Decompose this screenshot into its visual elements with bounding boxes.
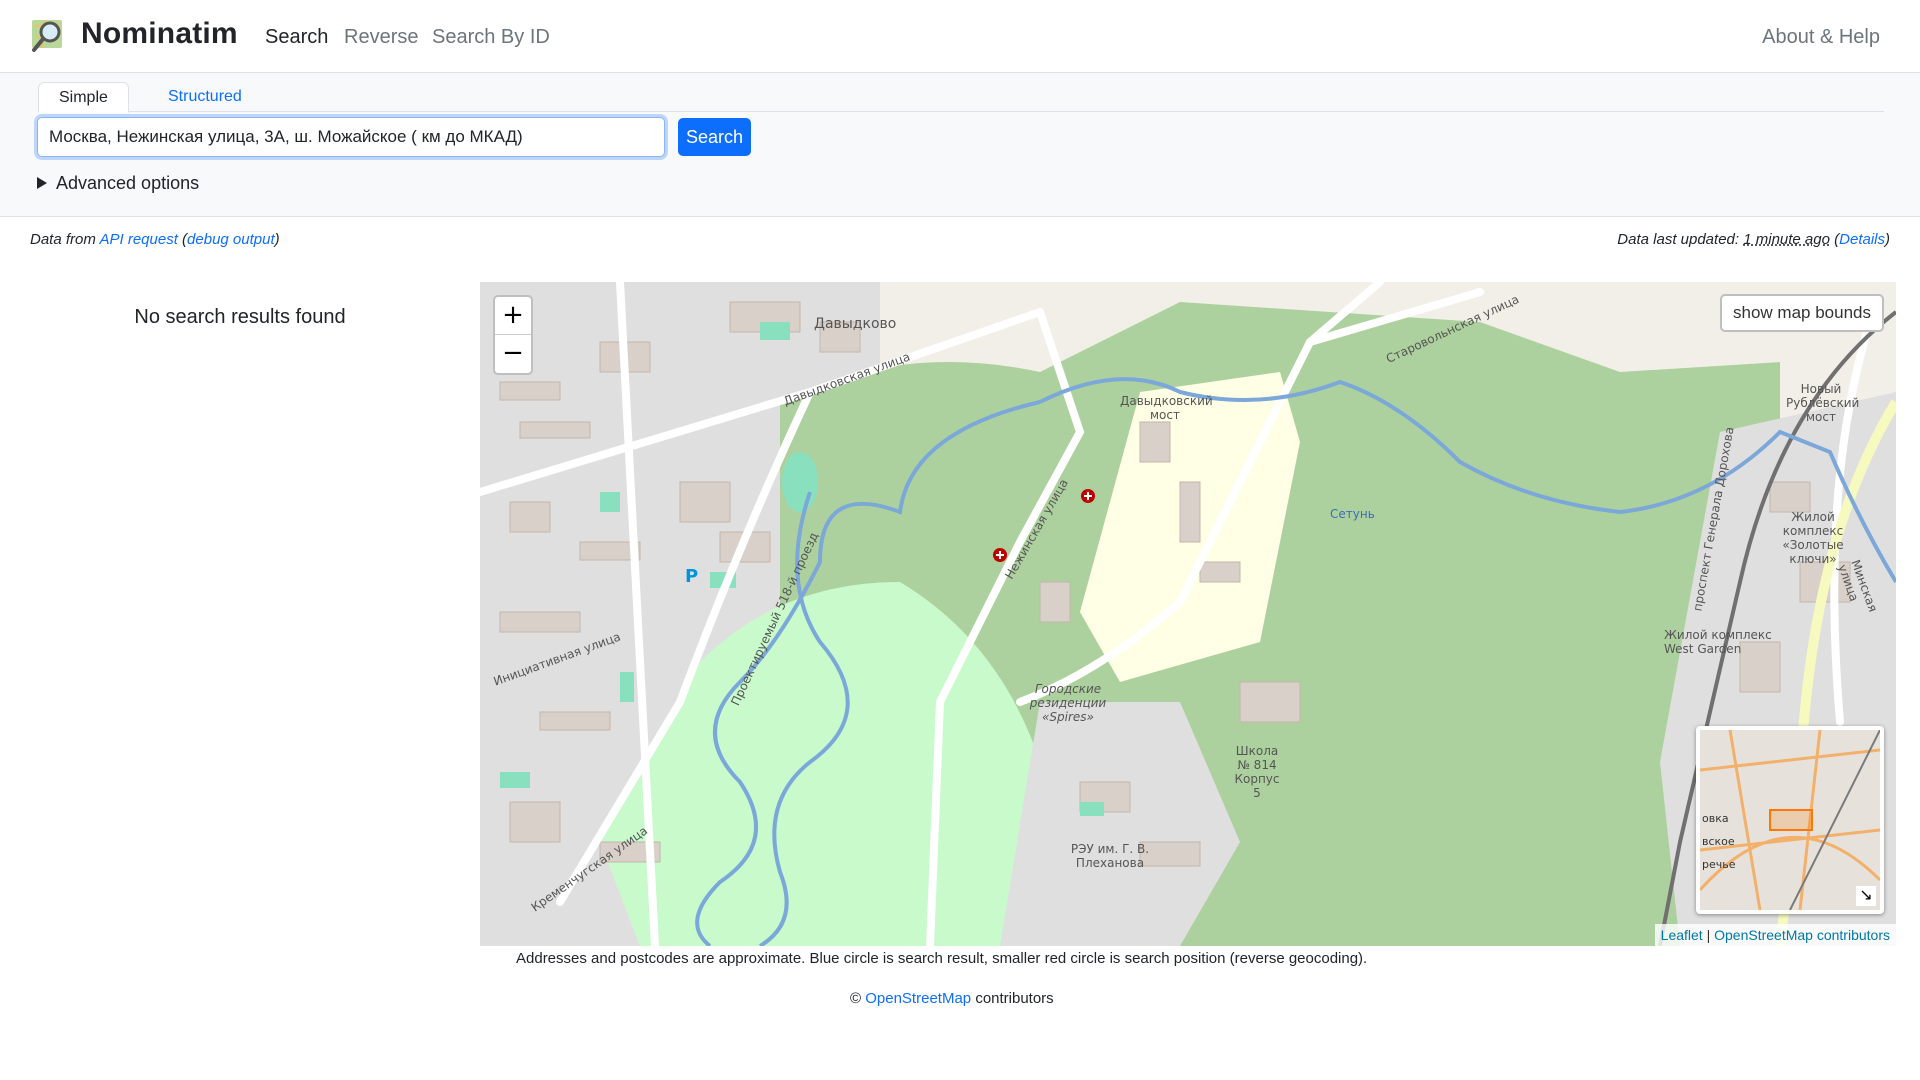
map-view[interactable]: P Давыдково Давыдковская улица Давыдковс…	[480, 282, 1896, 946]
data-from-label: Data from	[30, 231, 96, 248]
osm-attribution-link[interactable]: OpenStreetMap contributors	[1714, 927, 1890, 943]
updated-value: 1 minute ago	[1743, 231, 1830, 248]
leaflet-link[interactable]: Leaflet	[1661, 927, 1703, 943]
nav-about-help[interactable]: About & Help	[1762, 26, 1880, 49]
label-new-rublevsky-bridge: Новый Рублёвский мост	[1786, 382, 1860, 424]
zoom-out-button[interactable]: −	[495, 335, 531, 373]
minimap-label-3: речье	[1702, 858, 1736, 871]
updated-label: Data last updated:	[1617, 231, 1740, 248]
api-request-link[interactable]: API request	[99, 231, 177, 248]
label-west-garden: Жилой комплекс West Garden	[1664, 628, 1772, 656]
advanced-options-toggle[interactable]: Advanced options	[37, 173, 199, 194]
footer-copyright: © OpenStreetMap contributors	[850, 990, 1054, 1007]
nav-search-by-id[interactable]: Search By ID	[432, 26, 550, 49]
search-panel: Simple Structured Search Advanced option…	[0, 73, 1920, 217]
map-tiles[interactable]: P	[480, 282, 1896, 946]
label-setun: Сетунь	[1330, 507, 1375, 521]
nominatim-logo-icon[interactable]	[30, 16, 68, 54]
label-spires: Городские резиденции «Spires»	[1029, 682, 1107, 724]
svg-text:P: P	[685, 566, 698, 587]
minimap-label-2: вское	[1702, 835, 1735, 848]
advanced-options-label: Advanced options	[56, 173, 200, 193]
zoom-control: + −	[493, 295, 533, 375]
label-davydkovo: Давыдково	[814, 316, 897, 332]
search-button[interactable]: Search	[678, 118, 751, 156]
minimap[interactable]: овка вское речье ↘	[1696, 726, 1884, 914]
minimap-label-1: овка	[1702, 812, 1729, 825]
label-zolotye-klyuchi: Жилой комплекс «Золотые ключи»	[1782, 510, 1844, 566]
label-davydkovsky-bridge: Давыдковский мост	[1120, 394, 1213, 422]
minimap-toggle-icon[interactable]: ↘	[1856, 886, 1876, 906]
nav-reverse[interactable]: Reverse	[344, 26, 418, 49]
label-school: Школа № 814 Корпус 5	[1234, 744, 1280, 800]
footer-contributors: contributors	[975, 990, 1054, 1007]
debug-output-link[interactable]: debug output	[187, 231, 275, 248]
map-attribution: Leaflet | OpenStreetMap contributors	[1654, 924, 1896, 946]
label-plekhanov: РЭУ им. Г. В. Плеханова	[1070, 842, 1150, 870]
tab-structured[interactable]: Structured	[148, 82, 262, 113]
footer-osm-link[interactable]: OpenStreetMap	[865, 990, 971, 1007]
triangle-right-icon	[37, 177, 47, 189]
map-note: Addresses and postcodes are approximate.…	[516, 950, 1368, 967]
minimap-tiles: овка вское речье	[1700, 730, 1880, 910]
top-navbar: Nominatim Search Reverse Search By ID Ab…	[0, 0, 1920, 73]
no-results-message: No search results found	[134, 306, 346, 328]
search-input[interactable]	[37, 117, 665, 157]
brand-title[interactable]: Nominatim	[81, 17, 238, 51]
nav-search[interactable]: Search	[265, 26, 328, 49]
tab-simple[interactable]: Simple	[38, 82, 129, 113]
data-source-line: Data from API request (debug output)	[30, 231, 280, 248]
search-tabs: Simple Structured	[38, 78, 1884, 113]
copyright-symbol: ©	[850, 990, 862, 1007]
details-link[interactable]: Details	[1839, 231, 1885, 248]
show-map-bounds-button[interactable]: show map bounds	[1720, 294, 1884, 332]
zoom-in-button[interactable]: +	[495, 297, 531, 335]
data-updated-line: Data last updated: 1 minute ago (Details…	[1617, 231, 1890, 248]
